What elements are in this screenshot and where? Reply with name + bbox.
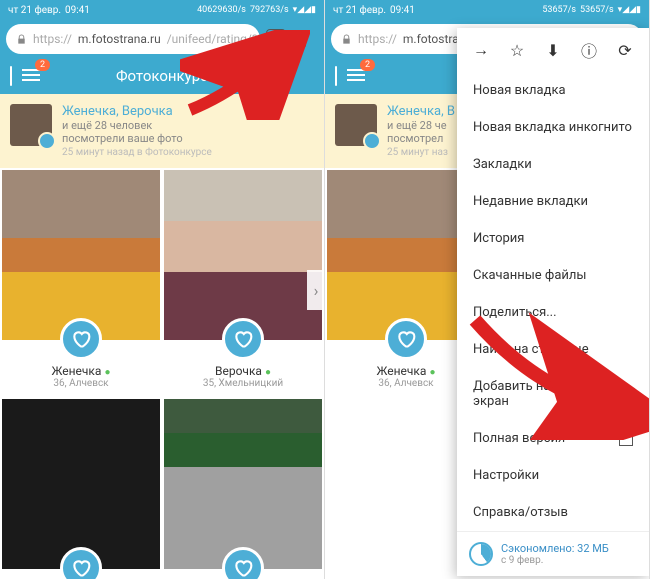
online-dot: ● xyxy=(265,367,271,378)
menu-info-button[interactable]: ⓘ xyxy=(579,38,599,62)
menu-bookmark-button[interactable]: ☆ xyxy=(507,41,527,60)
menu-item-desktop-site[interactable]: Полная версия xyxy=(457,420,649,457)
heart-icon xyxy=(396,329,416,349)
notification-title: Женечка, В xyxy=(387,104,455,119)
notification-banner[interactable]: Женечка, Верочка и ещё 28 человек посмот… xyxy=(0,94,324,168)
menu-button[interactable]: 2 xyxy=(347,67,365,85)
photo-thumbnail xyxy=(164,399,322,569)
notification-badge: 2 xyxy=(360,59,375,71)
messages-button[interactable] xyxy=(335,67,337,85)
notification-action: посмотрел xyxy=(387,132,455,145)
data-saver-amount: Сэкономлено: 32 МБ xyxy=(501,542,609,555)
card-location: 36, Алчевск xyxy=(2,378,160,389)
menu-item-bookmarks[interactable]: Закладки xyxy=(457,146,649,183)
url-input[interactable]: https:// m.fotostrana.ru/unifeed/rating/?… xyxy=(6,24,260,54)
online-dot: ● xyxy=(104,367,110,378)
eye-icon xyxy=(38,132,56,150)
avatar xyxy=(10,104,52,146)
data-saver-icon xyxy=(469,542,493,566)
data-saver-since: с 9 февр. xyxy=(501,555,609,566)
menu-item-share[interactable]: Поделиться... xyxy=(457,294,649,331)
heart-icon xyxy=(71,329,91,349)
photo-card[interactable]: Верочка ●35, Хмельницкий xyxy=(162,168,324,397)
url-domain: m.fotostran xyxy=(403,32,465,46)
heart-icon xyxy=(233,558,253,578)
url-domain: m.fotostrana.ru xyxy=(78,32,161,46)
menu-item-new-tab[interactable]: Новая вкладка xyxy=(457,72,649,109)
notification-meta: 25 минут назад в Фотоконкурсе xyxy=(62,147,212,158)
menu-download-button[interactable]: ⬇ xyxy=(543,41,563,60)
heart-icon xyxy=(71,558,91,578)
browser-menu-button[interactable]: ⋮ xyxy=(292,29,318,50)
menu-item-incognito[interactable]: Новая вкладка инкогнито xyxy=(457,109,649,146)
lock-icon xyxy=(16,34,27,45)
photo-grid: Женечка ●36, Алчевск Верочка ●35, Хмельн… xyxy=(0,168,324,579)
browser-toolbar: https:// m.fotostrana.ru/unifeed/rating/?… xyxy=(0,20,324,58)
next-page-button[interactable]: › xyxy=(307,270,325,310)
menu-item-settings[interactable]: Настройки xyxy=(457,457,649,494)
lock-icon xyxy=(341,34,352,45)
hamburger-icon xyxy=(347,69,365,81)
status-bar: чт 21 февр. 09:41 40629630/s792763/s▾◢◢▮ xyxy=(0,0,324,20)
notification-subtitle: и ещё 28 человек xyxy=(62,119,212,132)
browser-menu-popup: → ☆ ⬇ ⓘ ⟳ Новая вкладка Новая вкладка ин… xyxy=(457,28,649,576)
url-path: /unifeed/rating/?id=f xyxy=(167,32,260,46)
tab-count-button[interactable]: 8 xyxy=(266,29,286,49)
menu-back-button[interactable]: → xyxy=(471,40,491,60)
menu-item-history[interactable]: История xyxy=(457,220,649,257)
menu-item-help[interactable]: Справка/отзыв xyxy=(457,494,649,531)
desktop-site-checkbox[interactable] xyxy=(619,432,633,446)
photo-card[interactable]: Солнышко ● xyxy=(162,397,324,579)
menu-item-add-home[interactable]: Добавить на главный экран xyxy=(457,368,649,420)
like-button[interactable] xyxy=(222,318,264,360)
page-title: Фотоконкурс xyxy=(116,67,208,85)
menu-reload-button[interactable]: ⟳ xyxy=(615,41,635,60)
card-name: Женечка xyxy=(52,364,102,378)
menu-item-downloads[interactable]: Скачанные файлы xyxy=(457,257,649,294)
message-icon xyxy=(335,66,337,86)
url-protocol: https:// xyxy=(358,32,397,46)
status-bar: чт 21 февр. 09:41 53657/s53657/s▾◢◢▮ xyxy=(325,0,649,20)
photo-thumbnail xyxy=(2,170,160,340)
like-button[interactable] xyxy=(385,318,427,360)
like-button[interactable] xyxy=(60,547,102,579)
photo-card[interactable]: Юля ● xyxy=(0,397,162,579)
notification-meta: 25 минут наз xyxy=(387,147,455,158)
photo-thumbnail xyxy=(2,399,160,569)
card-name: Женечка xyxy=(377,364,427,378)
card-name: Верочка xyxy=(215,364,262,378)
like-button[interactable] xyxy=(60,318,102,360)
notification-badge: 2 xyxy=(35,59,50,71)
notification-subtitle: и ещё 28 че xyxy=(387,119,455,132)
messages-button[interactable] xyxy=(10,67,12,85)
card-location: 35, Хмельницкий xyxy=(164,378,322,389)
online-dot: ● xyxy=(429,367,435,378)
menu-data-saver[interactable]: Сэкономлено: 32 МБс 9 февр. xyxy=(457,531,649,576)
photo-thumbnail xyxy=(164,170,322,340)
like-button[interactable] xyxy=(222,547,264,579)
url-protocol: https:// xyxy=(33,32,72,46)
notification-action: посмотрели ваше фото xyxy=(62,132,212,145)
eye-icon xyxy=(363,132,381,150)
notification-title: Женечка, Верочка xyxy=(62,104,212,119)
hamburger-icon xyxy=(22,69,40,81)
menu-button[interactable]: 2 xyxy=(22,67,40,85)
menu-item-recent-tabs[interactable]: Недавние вкладки xyxy=(457,183,649,220)
page-header: 2 Фотоконкурс xyxy=(0,58,324,94)
phone-right: чт 21 февр. 09:41 53657/s53657/s▾◢◢▮ htt… xyxy=(325,0,650,579)
phone-left: чт 21 февр. 09:41 40629630/s792763/s▾◢◢▮… xyxy=(0,0,325,579)
photo-card[interactable]: Женечка ●36, Алчевск xyxy=(0,168,162,397)
avatar xyxy=(335,104,377,146)
message-icon xyxy=(10,66,12,86)
menu-item-find[interactable]: Найти на странице xyxy=(457,331,649,368)
heart-icon xyxy=(233,329,253,349)
